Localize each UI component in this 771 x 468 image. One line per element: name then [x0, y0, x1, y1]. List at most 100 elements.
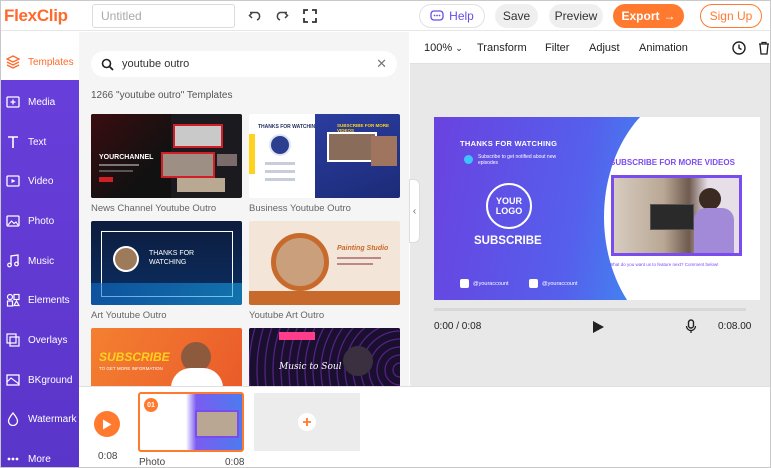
- your-logo-badge: YOUR LOGO: [486, 183, 532, 229]
- fullscreen-icon[interactable]: [301, 7, 319, 25]
- thumb-text: TO GET MORE INFORMATION: [99, 366, 163, 371]
- animation-button[interactable]: Animation: [639, 42, 688, 54]
- templates-panel: youtube outro ✕ 1266 "youtube outro" Tem…: [79, 32, 409, 386]
- undo-icon[interactable]: [246, 7, 264, 25]
- play-icon: [103, 419, 112, 429]
- sidebar-item-video[interactable]: Video: [1, 163, 79, 199]
- playback-time: 0:00 / 0:08: [434, 321, 482, 332]
- microphone-icon[interactable]: [685, 319, 697, 339]
- watermark-icon: [6, 412, 20, 426]
- top-bar: FlexClip Help Save Preview Export → Sign…: [1, 1, 770, 31]
- clip-number-badge: 01: [144, 398, 158, 412]
- preview-subscribe-text: SUBSCRIBE: [474, 235, 542, 247]
- flexclip-logo[interactable]: FlexClip: [1, 1, 79, 31]
- template-thumb-art[interactable]: THANKS FOR WATCHING: [91, 221, 242, 305]
- sidebar-item-label: Elements: [28, 294, 70, 306]
- text-icon: [6, 135, 20, 149]
- thumb-text: Painting Studio: [337, 245, 389, 252]
- plus-icon: [298, 413, 316, 431]
- bell-icon: [464, 155, 473, 164]
- zoom-dropdown[interactable]: 100% ⌄: [424, 42, 463, 54]
- adjust-button[interactable]: Adjust: [589, 42, 620, 54]
- export-button[interactable]: Export →: [613, 4, 684, 28]
- sidebar-item-label: Video: [28, 175, 54, 187]
- logo-line-1: YOUR: [495, 196, 522, 206]
- help-button[interactable]: Help: [419, 4, 485, 28]
- background-icon: [6, 373, 20, 387]
- panel-collapse-handle[interactable]: ‹: [409, 179, 420, 243]
- thumb-text: Music to Soul: [279, 362, 342, 372]
- thumb-text: SUBSCRIBE: [99, 350, 170, 364]
- playback-scrubber[interactable]: [434, 308, 746, 311]
- play-icon[interactable]: [592, 320, 605, 339]
- media-icon: [6, 95, 20, 109]
- delete-icon[interactable]: [758, 41, 770, 60]
- sidebar-item-label: Music: [28, 255, 55, 267]
- template-thumb-painting[interactable]: Painting Studio: [249, 221, 400, 305]
- clip-duration: 0:08: [225, 457, 245, 468]
- timeline-duration: 0:08: [98, 451, 118, 462]
- template-thumb-news-channel[interactable]: YOURCHANNEL: [91, 114, 242, 198]
- zoom-value: 100%: [424, 42, 453, 54]
- template-thumb-business[interactable]: THANKS FOR WATCHING SUBSCRIBE FOR MORE V…: [249, 114, 400, 198]
- sidebar-item-label: More: [28, 453, 51, 465]
- sidebar-item-more[interactable]: More: [1, 441, 79, 467]
- clip-type-label: Photo: [139, 457, 166, 468]
- chevron-down-icon: ⌄: [455, 43, 463, 53]
- template-thumb-subscribe[interactable]: SUBSCRIBE TO GET MORE INFORMATION: [91, 328, 242, 386]
- chevron-left-icon: ‹: [412, 205, 417, 217]
- total-duration: 0:08.00: [718, 321, 752, 332]
- thumb-text: THANKS FOR WATCHING: [149, 250, 195, 266]
- photo-icon: [6, 214, 20, 228]
- logo-text: FlexClip: [4, 6, 68, 25]
- player-controls: 0:00 / 0:08 0:08.00: [410, 308, 770, 356]
- preview-button[interactable]: Preview: [549, 4, 603, 28]
- overlays-icon: [6, 333, 20, 347]
- sidebar-item-background[interactable]: BKground: [1, 362, 79, 398]
- sidebar-item-label: Watermark: [28, 413, 77, 425]
- logo-line-2: LOGO: [495, 206, 523, 216]
- timeline-clip[interactable]: 01: [138, 392, 244, 452]
- preview-thanks-text: THANKS FOR WATCHING: [460, 139, 558, 148]
- sidebar-item-elements[interactable]: Elements: [1, 282, 79, 318]
- sidebar-item-label: Templates: [28, 56, 74, 68]
- timeline-play-button[interactable]: [94, 411, 120, 437]
- template-thumb-music[interactable]: Music to Soul: [249, 328, 400, 386]
- video-preview[interactable]: THANKS FOR WATCHING Subscribe to get not…: [434, 117, 760, 300]
- sidebar-item-music[interactable]: Music: [1, 243, 79, 279]
- sidebar-item-label: Photo: [28, 215, 55, 227]
- preview-photo-frame[interactable]: [611, 175, 742, 256]
- sidebar-item-photo[interactable]: Photo: [1, 203, 79, 239]
- canvas-toolbar: 100% ⌄ Transform Filter Adjust Animation: [410, 32, 770, 64]
- templates-icon: [6, 55, 20, 69]
- thumb-text: YOURCHANNEL: [99, 154, 154, 161]
- sidebar-item-templates[interactable]: Templates: [1, 44, 79, 80]
- facebook-icon: [529, 279, 538, 288]
- sidebar-item-text[interactable]: Text: [1, 124, 79, 160]
- save-button[interactable]: Save: [495, 4, 538, 28]
- twitter-icon: [460, 279, 469, 288]
- project-title-input[interactable]: [92, 4, 235, 28]
- transform-button[interactable]: Transform: [477, 42, 527, 54]
- search-icon: [101, 58, 114, 71]
- redo-icon[interactable]: [272, 7, 290, 25]
- template-label: Art Youtube Outro: [91, 310, 167, 321]
- sidebar-item-media[interactable]: Media: [1, 84, 79, 120]
- sidebar-item-overlays[interactable]: Overlays: [1, 322, 79, 358]
- template-label: News Channel Youtube Outro: [91, 203, 217, 214]
- preview-notify-text: Subscribe to get notified about new epis…: [478, 154, 557, 166]
- sign-up-button[interactable]: Sign Up: [700, 4, 762, 28]
- template-count: 1266 "youtube outro" Templates: [91, 90, 233, 101]
- arrow-right-icon: →: [663, 9, 676, 23]
- thumb-text: THANKS FOR WATCHING: [258, 124, 320, 130]
- template-search-box[interactable]: youtube outro ✕: [91, 51, 397, 77]
- left-sidebar: Templates Media Text Video Photo Music E…: [1, 44, 79, 467]
- clear-search-icon[interactable]: ✕: [376, 56, 387, 72]
- sidebar-item-watermark[interactable]: Watermark: [1, 401, 79, 437]
- add-clip-button[interactable]: [254, 393, 360, 451]
- search-input[interactable]: youtube outro: [122, 58, 368, 70]
- video-icon: [6, 174, 20, 188]
- clock-icon[interactable]: [732, 41, 746, 60]
- sidebar-item-label: Media: [28, 96, 56, 108]
- filter-button[interactable]: Filter: [545, 42, 569, 54]
